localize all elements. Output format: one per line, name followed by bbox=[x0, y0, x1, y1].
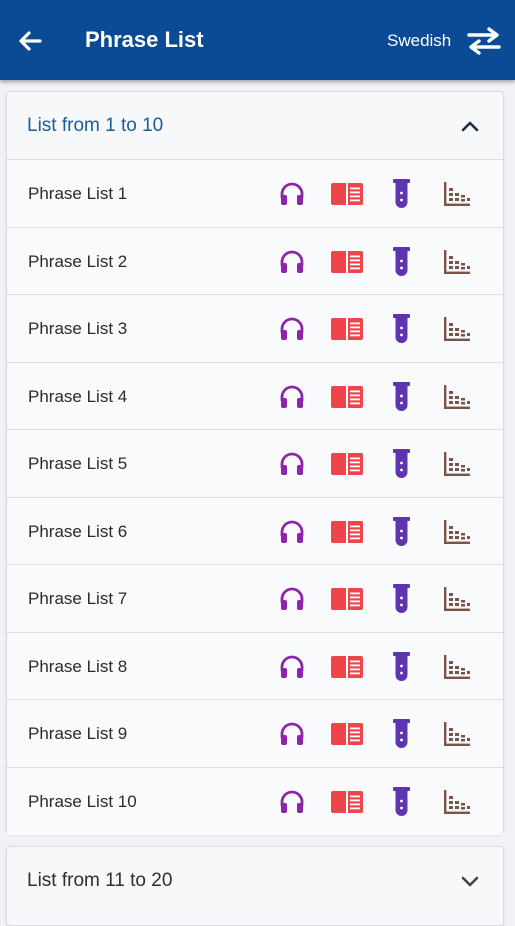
phrase-list-label[interactable]: Phrase List 3 bbox=[28, 319, 127, 339]
headphones-icon[interactable] bbox=[279, 721, 305, 747]
phrase-list-row: Phrase List 1 bbox=[7, 160, 503, 228]
phrase-list-row: Phrase List 3 bbox=[7, 295, 503, 363]
test-tube-icon[interactable] bbox=[393, 314, 410, 344]
bar-chart-icon[interactable] bbox=[443, 383, 471, 411]
phrase-list-row: Phrase List 9 bbox=[7, 700, 503, 768]
book-icon[interactable] bbox=[331, 587, 363, 611]
phrase-list-label[interactable]: Phrase List 9 bbox=[28, 724, 127, 744]
phrase-list: Phrase List 1 Phrase List 2 Phrase List 3 P… bbox=[7, 160, 503, 835]
test-tube-icon[interactable] bbox=[393, 449, 410, 479]
headphones-icon[interactable] bbox=[279, 586, 305, 612]
book-icon[interactable] bbox=[331, 250, 363, 274]
swap-arrows-icon[interactable] bbox=[466, 26, 502, 56]
phrase-list-label[interactable]: Phrase List 6 bbox=[28, 522, 127, 542]
chevron-down-icon[interactable] bbox=[459, 871, 481, 891]
book-icon[interactable] bbox=[331, 790, 363, 814]
bar-chart-icon[interactable] bbox=[443, 788, 471, 816]
book-icon[interactable] bbox=[331, 385, 363, 409]
headphones-icon[interactable] bbox=[279, 316, 305, 342]
phrase-list-row: Phrase List 5 bbox=[7, 430, 503, 498]
headphones-icon[interactable] bbox=[279, 654, 305, 680]
headphones-icon[interactable] bbox=[279, 249, 305, 275]
back-arrow-icon[interactable] bbox=[14, 24, 48, 58]
test-tube-icon[interactable] bbox=[393, 719, 410, 749]
phrase-list-label[interactable]: Phrase List 2 bbox=[28, 252, 127, 272]
phrase-list-label[interactable]: Phrase List 8 bbox=[28, 657, 127, 677]
test-tube-icon[interactable] bbox=[393, 584, 410, 614]
book-icon[interactable] bbox=[331, 317, 363, 341]
phrase-list-row: Phrase List 10 bbox=[7, 767, 503, 835]
phrase-list-label[interactable]: Phrase List 5 bbox=[28, 454, 127, 474]
phrase-list-label[interactable]: Phrase List 10 bbox=[28, 792, 137, 812]
phrase-list-row: Phrase List 4 bbox=[7, 362, 503, 430]
headphones-icon[interactable] bbox=[279, 519, 305, 545]
bar-chart-icon[interactable] bbox=[443, 720, 471, 748]
test-tube-icon[interactable] bbox=[393, 651, 410, 682]
test-tube-icon[interactable] bbox=[393, 381, 410, 412]
book-icon[interactable] bbox=[331, 452, 363, 476]
test-tube-icon[interactable] bbox=[393, 179, 410, 209]
bar-chart-icon[interactable] bbox=[443, 248, 471, 276]
phrase-list-label[interactable]: Phrase List 7 bbox=[28, 589, 127, 609]
phrase-list-label[interactable]: Phrase List 1 bbox=[28, 184, 127, 204]
book-icon[interactable] bbox=[331, 655, 363, 679]
language-selector[interactable]: Swedish bbox=[387, 31, 451, 51]
bar-chart-icon[interactable] bbox=[443, 585, 471, 613]
bar-chart-icon[interactable] bbox=[443, 518, 471, 546]
headphones-icon[interactable] bbox=[279, 384, 305, 410]
section-11-20: List from 11 to 20 bbox=[6, 846, 504, 926]
app-bar: Phrase List Swedish bbox=[0, 0, 515, 80]
phrase-list-row: Phrase List 2 bbox=[7, 227, 503, 295]
headphones-icon[interactable] bbox=[279, 789, 305, 815]
book-icon[interactable] bbox=[331, 722, 363, 746]
book-icon[interactable] bbox=[331, 520, 363, 544]
section-title: List from 11 to 20 bbox=[27, 870, 173, 891]
test-tube-icon[interactable] bbox=[393, 246, 410, 277]
bar-chart-icon[interactable] bbox=[443, 450, 471, 478]
section-1-10: List from 1 to 10 Phrase List 1 Phrase Li… bbox=[6, 91, 504, 835]
headphones-icon[interactable] bbox=[279, 181, 305, 207]
book-icon[interactable] bbox=[331, 182, 363, 206]
section-title: List from 1 to 10 bbox=[27, 115, 164, 136]
headphones-icon[interactable] bbox=[279, 451, 305, 477]
bar-chart-icon[interactable] bbox=[443, 653, 471, 681]
test-tube-icon[interactable] bbox=[393, 516, 410, 547]
phrase-list-row: Phrase List 8 bbox=[7, 632, 503, 700]
page-title: Phrase List bbox=[85, 27, 204, 52]
chevron-up-icon[interactable] bbox=[459, 116, 481, 136]
phrase-list-row: Phrase List 6 bbox=[7, 497, 503, 565]
phrase-list-row: Phrase List 7 bbox=[7, 565, 503, 633]
section-header-1-10[interactable]: List from 1 to 10 bbox=[7, 92, 503, 160]
phrase-list-label[interactable]: Phrase List 4 bbox=[28, 387, 127, 407]
section-header-11-20[interactable]: List from 11 to 20 bbox=[7, 847, 503, 914]
bar-chart-icon[interactable] bbox=[443, 180, 471, 208]
bar-chart-icon[interactable] bbox=[443, 315, 471, 343]
test-tube-icon[interactable] bbox=[393, 786, 410, 817]
